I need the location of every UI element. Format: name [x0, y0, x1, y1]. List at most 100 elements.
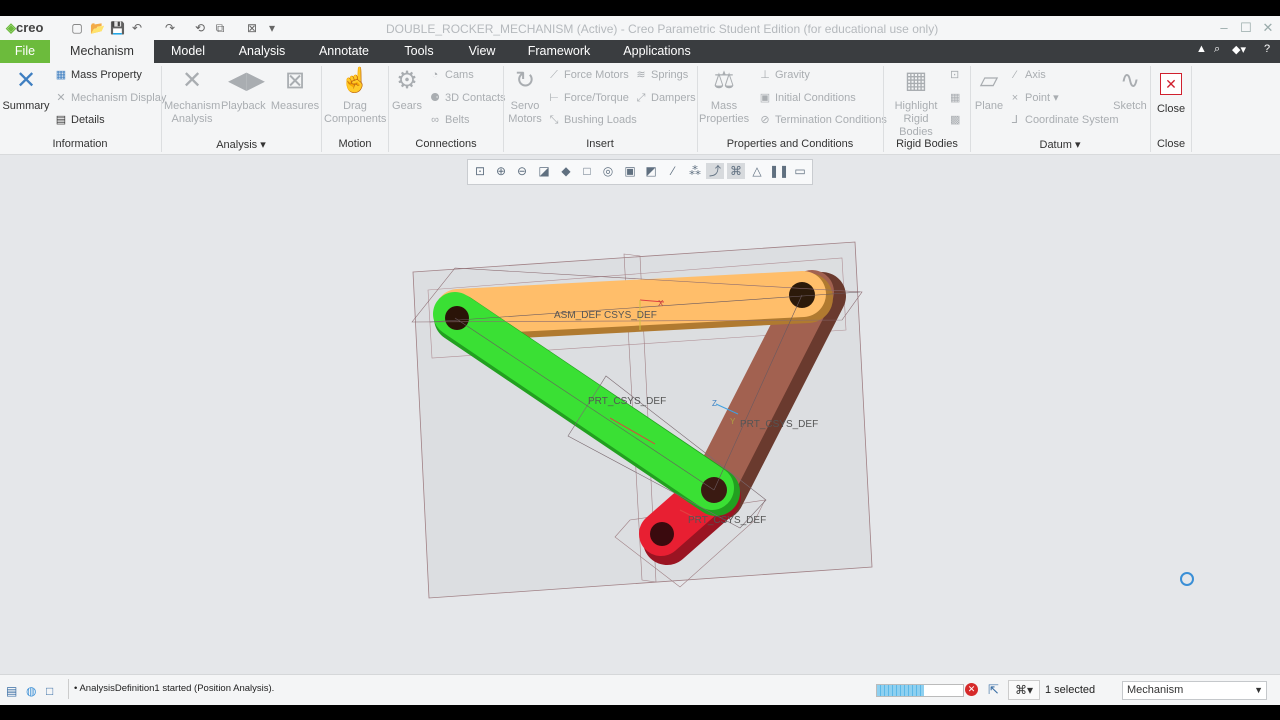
coordinate-system-label: Coordinate System	[1025, 114, 1119, 126]
axis-button[interactable]: ⁄ Axis	[1008, 68, 1046, 82]
rigid-body-tool-1-icon[interactable]: ⊡	[950, 68, 959, 82]
mass-property-label: Mass Property	[71, 69, 142, 81]
belt-icon: ∞	[431, 114, 439, 126]
gravity-button[interactable]: ⊥ Gravity	[758, 68, 810, 82]
servo-motors-label: Servo Motors	[508, 100, 542, 125]
group-label-properties: Properties and Conditions	[726, 138, 854, 150]
rigid-body-tool-2-icon[interactable]: ▦	[950, 91, 960, 105]
fullscreen-icon[interactable]: □	[46, 684, 53, 698]
caret-down-icon: ▾	[1053, 92, 1059, 104]
window-close-icon[interactable]: ✕	[1258, 19, 1278, 37]
tab-model[interactable]: Model	[160, 40, 216, 63]
csys-label-green: PRT_CSYS_DEF	[588, 396, 666, 407]
windows-icon[interactable]: ⧉	[213, 21, 227, 35]
new-file-icon[interactable]: ▢	[70, 21, 84, 35]
servo-motor-icon: ↻	[514, 67, 536, 94]
coordinate-system-button[interactable]: ⅃ Coordinate System	[1008, 113, 1119, 127]
force-torque-button[interactable]: ⊢ Force/Torque	[547, 91, 629, 105]
close-button[interactable]: ✕ Close	[1152, 66, 1190, 116]
customize-toolbar-icon[interactable]: ▾	[265, 21, 279, 35]
springs-button[interactable]: ≋ Springs	[634, 68, 688, 82]
help-icon[interactable]: ?	[1264, 43, 1270, 55]
tab-tools[interactable]: Tools	[398, 40, 440, 63]
plane-label: Plane	[974, 100, 1004, 112]
mechanism-model[interactable]: ASM_DEF CSYS_DEF PRT_CSYS_DEF PRT_CSYS_D…	[0, 155, 1280, 674]
details-label: Details	[71, 114, 105, 126]
tab-analysis[interactable]: Analysis	[232, 40, 292, 63]
minimize-icon[interactable]: –	[1214, 19, 1234, 37]
group-separator	[1191, 66, 1192, 152]
gravity-label: Gravity	[775, 69, 810, 81]
open-file-icon[interactable]: 📂	[90, 21, 105, 35]
group-label-datum[interactable]: Datum ▾	[971, 138, 1149, 151]
status-divider	[68, 679, 69, 699]
mechanism-analysis-label: Mechanism Analysis	[164, 100, 221, 125]
collapse-ribbon-icon[interactable]: ▲	[1196, 43, 1207, 55]
playback-button[interactable]: ◀▶ Playback	[221, 66, 266, 113]
highlight-rigid-bodies-label: Highlight Rigid Bodies	[894, 100, 938, 138]
details-button[interactable]: ▤ Details	[54, 113, 105, 127]
summary-button[interactable]: ✕ Summary	[2, 66, 50, 113]
gear-icon: ⚙	[396, 67, 418, 94]
close-window-icon[interactable]: ⊠	[245, 21, 259, 35]
tab-applications[interactable]: Applications	[618, 40, 696, 63]
mass-properties-button[interactable]: ⚖ Mass Properties	[699, 66, 749, 126]
save-icon[interactable]: 💾	[110, 21, 125, 35]
dampers-button[interactable]: ⤢ Dampers	[634, 91, 696, 105]
measures-button[interactable]: ⊠ Measures	[270, 66, 320, 113]
tab-file[interactable]: File	[0, 40, 50, 63]
axis-label-x: X	[658, 299, 664, 308]
initial-conditions-label: Initial Conditions	[775, 92, 856, 104]
find-binoculars-icon[interactable]: ⌘▾	[1008, 680, 1040, 700]
tab-framework[interactable]: Framework	[524, 40, 594, 63]
3d-contacts-button[interactable]: ⚈ 3D Contacts	[428, 91, 505, 105]
sketch-button[interactable]: ∿ Sketch	[1112, 66, 1148, 113]
group-label-analysis[interactable]: Analysis ▾	[162, 138, 320, 151]
caret-down-icon: ▾	[1074, 139, 1081, 151]
redo-icon[interactable]: ↷	[163, 21, 177, 35]
red-link-hole	[650, 522, 674, 546]
tab-view[interactable]: View	[464, 40, 500, 63]
hat-icon[interactable]: ◆▾	[1232, 43, 1246, 56]
bushing-loads-button[interactable]: ⤡ Bushing Loads	[547, 113, 637, 127]
point-button[interactable]: × Point ▾	[1008, 91, 1059, 105]
green-link-hole	[445, 306, 469, 330]
termination-conditions-button[interactable]: ⊘ Termination Conditions	[758, 113, 887, 127]
mechanism-analysis-button[interactable]: ✕ Mechanism Analysis	[164, 66, 220, 126]
tab-annotate[interactable]: Annotate	[314, 40, 374, 63]
tab-mechanism[interactable]: Mechanism	[50, 40, 154, 63]
sketch-label: Sketch	[1113, 100, 1147, 112]
group-label-information: Information	[52, 138, 108, 150]
servo-motors-button[interactable]: ↻ Servo Motors	[505, 66, 545, 126]
browser-toggle-icon[interactable]: ◍	[26, 684, 36, 698]
mechanism-display-button[interactable]: ✕ Mechanism Display	[54, 91, 166, 105]
contact-icon: ⚈	[430, 92, 440, 104]
plane-button[interactable]: ▱ Plane	[972, 66, 1006, 113]
group-label-rigid-bodies: Rigid Bodies	[896, 138, 958, 150]
force-motors-label: Force Motors	[564, 69, 629, 81]
cams-button[interactable]: ◔ Cams	[428, 68, 474, 82]
force-motors-button[interactable]: ⟋ Force Motors	[547, 68, 629, 82]
search-icon[interactable]: ⌕	[1214, 43, 1220, 56]
regenerate-icon[interactable]: ⟲	[193, 21, 207, 35]
csys-label-brown: PRT_CSYS_DEF	[740, 419, 818, 430]
undo-icon[interactable]: ↶	[130, 21, 144, 35]
belts-button[interactable]: ∞ Belts	[428, 113, 469, 127]
axis-label: Axis	[1025, 69, 1046, 81]
model-tree-toggle-icon[interactable]: ▤	[6, 684, 17, 698]
selection-filter-select[interactable]: Mechanism ▼	[1122, 681, 1267, 700]
gears-button[interactable]: ⚙ Gears	[390, 66, 424, 113]
selection-tool-icon[interactable]: ⇱	[988, 682, 999, 698]
selection-filter-value: Mechanism	[1127, 684, 1184, 696]
highlight-rigid-bodies-button[interactable]: ▦ Highlight Rigid Bodies	[886, 66, 946, 139]
mass-property-button[interactable]: ▦ Mass Property	[54, 68, 142, 82]
dampers-label: Dampers	[651, 92, 696, 104]
maximize-icon[interactable]: ☐	[1236, 19, 1256, 37]
drag-components-button[interactable]: ☝ Drag Components	[324, 66, 386, 126]
group-label-motion: Motion	[338, 138, 372, 150]
mass-properties-icon: ⚖	[713, 67, 735, 94]
stop-regeneration-icon[interactable]: ✕	[965, 683, 978, 696]
termination-conditions-icon: ⊘	[760, 114, 770, 126]
rigid-body-tool-3-icon[interactable]: ▩	[950, 113, 960, 127]
initial-conditions-button[interactable]: ▣ Initial Conditions	[758, 91, 856, 105]
